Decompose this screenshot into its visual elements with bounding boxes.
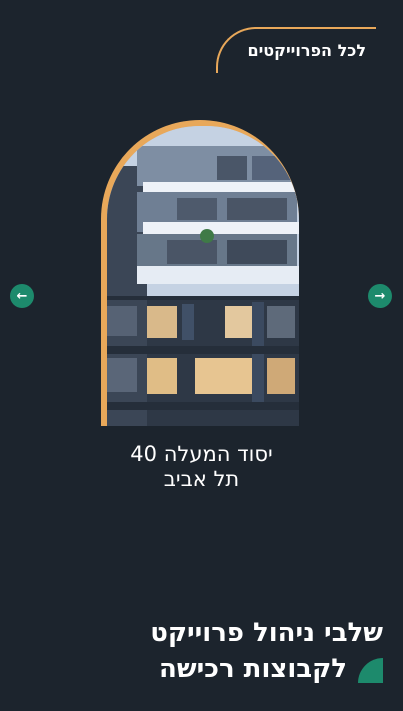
arrow-right-icon: →	[374, 288, 386, 304]
arrow-left-icon: ←	[16, 288, 28, 304]
section-headline-line2: לקבוצות רכישה	[159, 654, 347, 684]
all-projects-label[interactable]: לכל הפרוייקטים	[247, 41, 366, 60]
section-headline: שלבי ניהול פרוייקט לקבוצות רכישה	[150, 615, 383, 687]
project-title[interactable]: יסוד המעלה 40 תל אביב	[0, 442, 403, 492]
carousel-prev-button[interactable]: ←	[10, 284, 34, 308]
carousel-next-button[interactable]: →	[368, 284, 392, 308]
project-building-image[interactable]	[107, 126, 299, 426]
project-title-line1: יסוד המעלה 40	[130, 442, 273, 466]
project-title-line2: תל אביב	[163, 467, 240, 491]
building-illustration	[107, 126, 299, 426]
all-projects-link[interactable]: לכל הפרוייקטים	[216, 27, 376, 73]
section-headline-line1: שלבי ניהול פרוייקט	[150, 618, 383, 648]
project-image-frame	[101, 120, 299, 426]
